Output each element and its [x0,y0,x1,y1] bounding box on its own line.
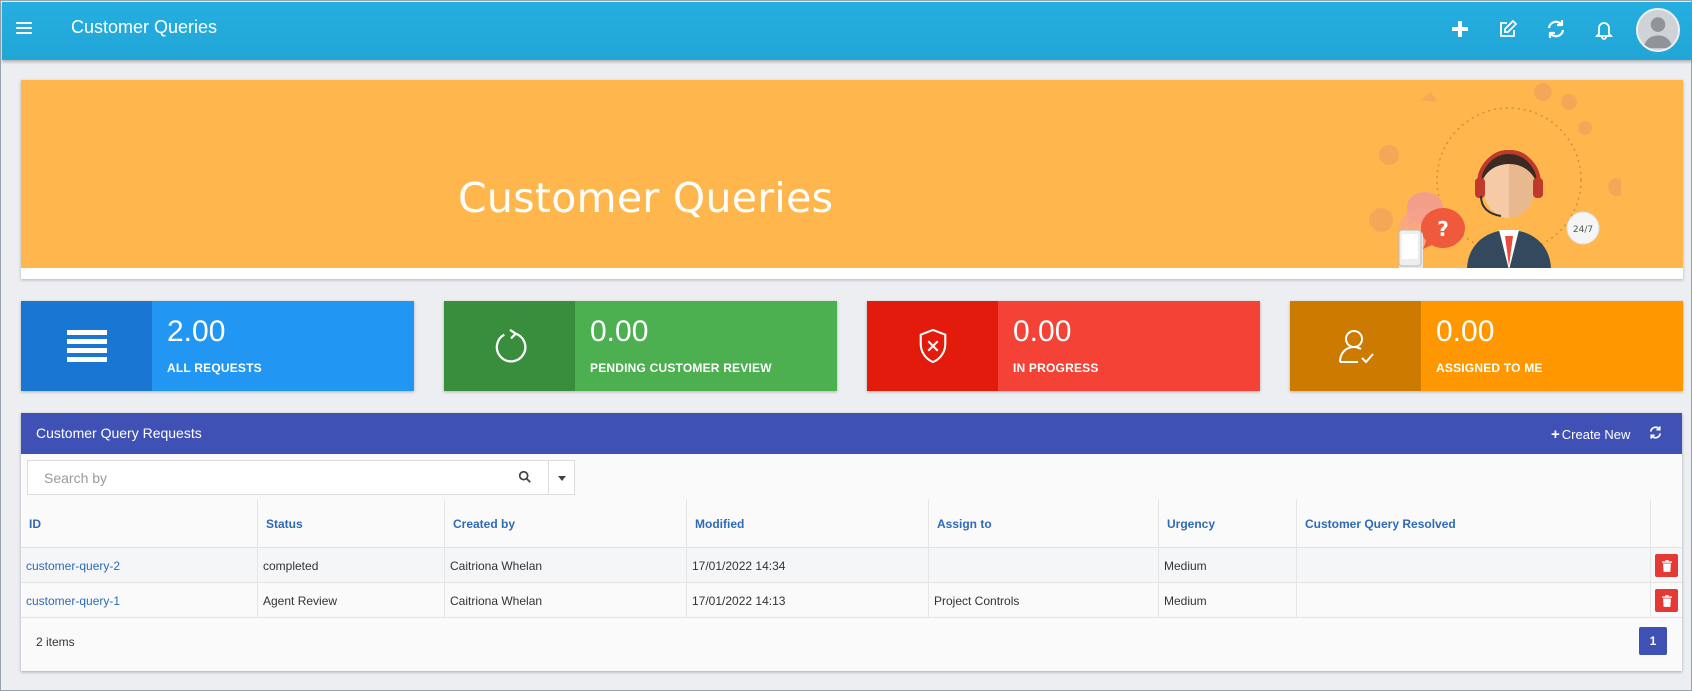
delete-button[interactable] [1655,554,1678,577]
banner-title: Customer Queries [458,174,834,222]
panel-title: Customer Query Requests [36,425,202,441]
add-icon[interactable] [1449,18,1471,40]
cell-assign-to [928,548,1158,583]
cell-id: customer-query-1 [21,583,257,618]
column-header-urgency[interactable]: Urgency [1158,499,1296,548]
stat-value: 0.00 [590,315,649,348]
column-header-created-by[interactable]: Created by [444,499,686,548]
plus-icon: + [1551,426,1560,443]
stat-label: ASSIGNED TO ME [1436,361,1543,375]
create-new-button[interactable]: + Create New [1551,426,1630,443]
app-frame: Customer Queries Customer Queries ? 24/7… [0,0,1692,691]
banner: Customer Queries ? 24/7 [21,80,1683,321]
cell-resolved [1296,583,1650,618]
stat-value: 0.00 [1013,315,1072,348]
sync-circle-icon [444,301,575,391]
avatar[interactable] [1636,8,1680,52]
refresh-icon[interactable] [1648,425,1664,441]
search-box [27,460,575,495]
stat-label: PENDING CUSTOMER REVIEW [590,361,772,375]
svg-text:?: ? [1437,217,1449,241]
cell-created-by: Caitriona Whelan [444,583,686,618]
search-icon[interactable] [518,470,533,485]
list-icon [21,301,152,391]
column-header-assign-to[interactable]: Assign to [928,499,1158,548]
query-link[interactable]: customer-query-2 [26,559,120,573]
stat-value: 2.00 [167,315,226,348]
stat-label: ALL REQUESTS [167,361,262,375]
column-header-modified[interactable]: Modified [686,499,928,548]
search-input[interactable] [28,461,538,494]
create-new-label: Create New [1561,427,1631,442]
edit-icon[interactable] [1497,18,1519,40]
user-check-icon [1290,301,1421,391]
column-header-actions [1650,499,1682,548]
search-options-dropdown[interactable] [548,461,575,494]
delete-button[interactable] [1655,589,1678,612]
top-bar: Customer Queries [2,2,1692,60]
support-agent-illustration: ? 24/7 [1361,80,1626,321]
trash-icon [1661,594,1672,607]
cell-assign-to: Project Controls [928,583,1158,618]
cell-modified: 17/01/2022 14:13 [686,583,928,618]
table-row: customer-query-2 completed Caitriona Whe… [21,548,1682,583]
bell-icon[interactable] [1593,18,1615,40]
table-header: ID Status Created by Modified Assign to … [21,499,1682,548]
cell-status: Agent Review [257,583,444,618]
stat-tile-pending-customer-review[interactable]: 0.00 PENDING CUSTOMER REVIEW [444,301,837,391]
query-link[interactable]: customer-query-1 [26,594,120,608]
cell-created-by: Caitriona Whelan [444,548,686,583]
item-count: 2 items [36,635,75,649]
cell-modified: 17/01/2022 14:34 [686,548,928,583]
trash-icon [1661,559,1672,572]
banner-card: Customer Queries ? 24/7 [21,80,1683,321]
cell-resolved [1296,548,1650,583]
svg-text:24/7: 24/7 [1573,225,1593,235]
stat-value: 0.00 [1436,315,1495,348]
pagination-page-button[interactable]: 1 [1639,627,1667,655]
column-header-status[interactable]: Status [257,499,444,548]
cell-status: completed [257,548,444,583]
table-row: customer-query-1 Agent Review Caitriona … [21,583,1682,618]
cell-urgency: Medium [1158,548,1296,583]
refresh-icon[interactable] [1545,18,1567,40]
stat-label: IN PROGRESS [1013,361,1099,375]
stat-tile-assigned-to-me[interactable]: 0.00 ASSIGNED TO ME [1290,301,1683,391]
column-header-customer-query-resolved[interactable]: Customer Query Resolved [1296,499,1650,548]
cell-urgency: Medium [1158,583,1296,618]
requests-panel: Customer Query Requests +Create New ID S… [21,413,1682,671]
column-header-id[interactable]: ID [21,499,257,548]
shield-x-icon [867,301,998,391]
stat-tile-in-progress[interactable]: 0.00 IN PROGRESS [867,301,1260,391]
app-title: Customer Queries [71,17,218,37]
stat-tile-all-requests[interactable]: 2.00 ALL REQUESTS [21,301,414,391]
menu-icon[interactable] [16,22,32,36]
cell-id: customer-query-2 [21,548,257,583]
panel-header: Customer Query Requests + Create New [21,413,1682,454]
